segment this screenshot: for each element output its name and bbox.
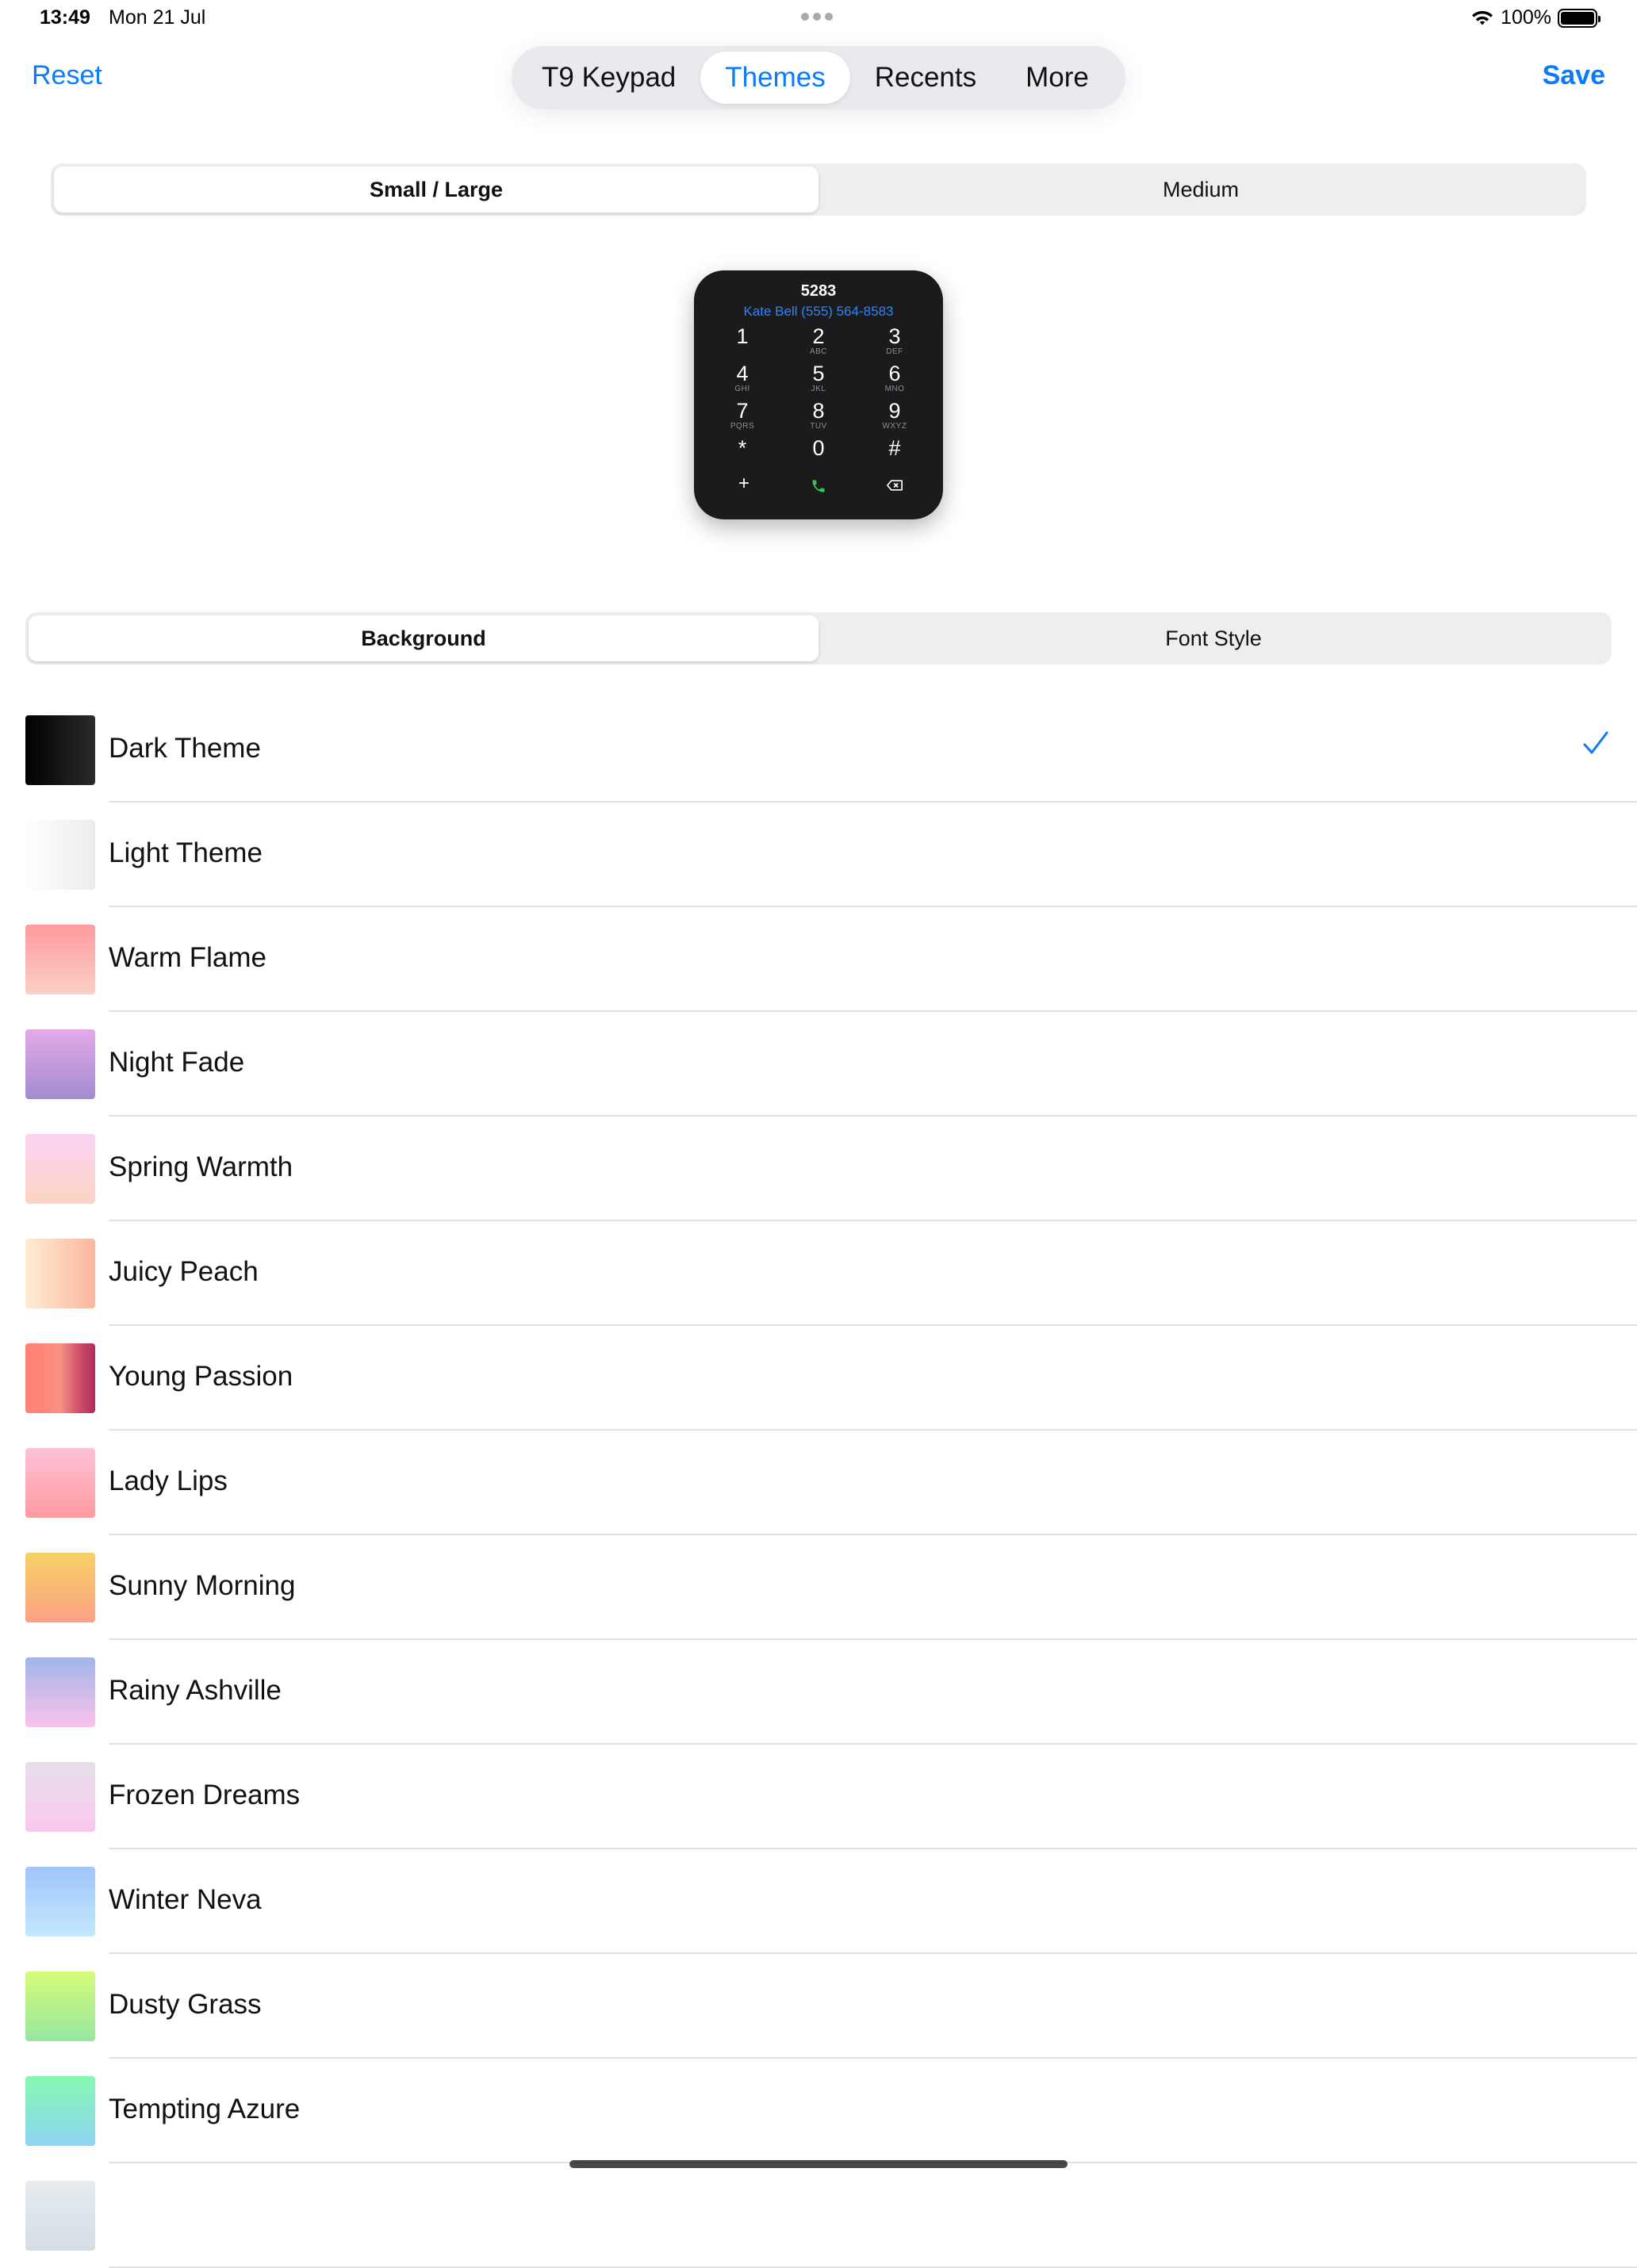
theme-name: Frozen Dreams: [109, 1780, 301, 1810]
theme-swatch: [25, 2076, 95, 2146]
theme-name: Juicy Peach: [109, 1256, 259, 1287]
widget-key-8: 8 TUV: [810, 399, 827, 431]
theme-row[interactable]: Juicy Peach: [0, 1221, 1637, 1326]
widget-key-9: 9 WXYZ: [882, 399, 907, 431]
status-time: 13:49: [40, 6, 90, 29]
theme-row[interactable]: Night Fade: [0, 1012, 1637, 1117]
widget-key-3: 3 DEF: [886, 324, 903, 356]
theme-name: Rainy Ashville: [109, 1675, 282, 1706]
widget-key-6: 6 MNO: [884, 362, 905, 393]
theme-row[interactable]: Winter Neva: [0, 1849, 1637, 1954]
theme-row[interactable]: [0, 2163, 1637, 2268]
battery-percentage: 100%: [1501, 6, 1551, 29]
tab-recents[interactable]: Recents: [850, 52, 1001, 104]
appearance-segment: Background Font Style: [25, 612, 1612, 665]
segment-background[interactable]: Background: [29, 615, 818, 661]
widget-key-7: 7 PQRS: [730, 399, 755, 431]
checkmark-icon: [1583, 731, 1608, 754]
segment-small-large[interactable]: Small / Large: [54, 167, 818, 213]
theme-swatch: [25, 925, 95, 994]
theme-row[interactable]: Warm Flame: [0, 907, 1637, 1012]
theme-name: Spring Warmth: [109, 1151, 293, 1182]
theme-row[interactable]: Lady Lips: [0, 1431, 1637, 1535]
theme-swatch: [25, 1134, 95, 1204]
segment-medium[interactable]: Medium: [818, 167, 1583, 213]
theme-name: Tempting Azure: [109, 2094, 301, 2124]
widget-add-icon: +: [738, 473, 750, 494]
theme-row[interactable]: Sunny Morning: [0, 1535, 1637, 1640]
theme-name: Dark Theme: [109, 733, 261, 764]
theme-name: Winter Neva: [109, 1884, 262, 1915]
theme-swatch: [25, 1867, 95, 1937]
theme-swatch: [25, 2181, 95, 2251]
top-tab-bar: T9 Keypad Themes Recents More: [512, 46, 1125, 109]
theme-row[interactable]: Spring Warmth: [0, 1117, 1637, 1221]
theme-row[interactable]: Tempting Azure: [0, 2059, 1637, 2163]
theme-row[interactable]: Rainy Ashville: [0, 1640, 1637, 1745]
widget-key-star: *: [738, 436, 747, 460]
theme-row[interactable]: Dark Theme: [0, 698, 1637, 803]
home-indicator: [569, 2160, 1068, 2168]
theme-row[interactable]: Light Theme: [0, 803, 1637, 907]
tab-themes[interactable]: Themes: [700, 52, 850, 104]
wifi-icon: [1472, 10, 1493, 25]
status-date: Mon 21 Jul: [109, 6, 206, 29]
widget-dialed-number: 5283: [800, 282, 837, 300]
widget-key-5: 5 JKL: [811, 362, 826, 393]
theme-row[interactable]: Young Passion: [0, 1326, 1637, 1431]
widget-size-segment: Small / Large Medium: [51, 163, 1586, 216]
segment-font-style[interactable]: Font Style: [818, 615, 1608, 661]
widget-key-2: 2 ABC: [809, 324, 828, 356]
widget-key-0: 0: [812, 436, 825, 460]
theme-swatch: [25, 820, 95, 890]
theme-swatch: [25, 1657, 95, 1727]
theme-swatch: [25, 1448, 95, 1518]
widget-contact-match: Kate Bell (555) 564-8583: [743, 304, 894, 319]
theme-name: Lady Lips: [109, 1465, 228, 1496]
theme-swatch: [25, 1239, 95, 1308]
theme-name: Sunny Morning: [109, 1570, 296, 1601]
widget-key-1: 1: [736, 324, 749, 348]
theme-name: Dusty Grass: [109, 1989, 262, 2020]
reset-button[interactable]: Reset: [32, 60, 102, 91]
tab-t9-keypad[interactable]: T9 Keypad: [517, 52, 700, 104]
battery-icon: [1558, 8, 1601, 28]
widget-key-4: 4 GHI: [734, 362, 750, 393]
theme-name: Young Passion: [109, 1361, 293, 1392]
theme-name: Light Theme: [109, 837, 263, 868]
widget-preview: 5283 Kate Bell (555) 564-8583 1 2 ABC 3 DE…: [694, 270, 943, 519]
theme-list: Dark Theme Light Theme Warm Flame Night Fad…: [0, 698, 1637, 2268]
theme-swatch: [25, 1553, 95, 1622]
theme-name: Night Fade: [109, 1047, 245, 1078]
theme-swatch: [25, 1343, 95, 1413]
status-right: 100%: [1470, 6, 1601, 29]
tab-more[interactable]: More: [1001, 52, 1114, 104]
theme-row[interactable]: Frozen Dreams: [0, 1745, 1637, 1849]
theme-name: Warm Flame: [109, 942, 266, 973]
save-button[interactable]: Save: [1543, 60, 1605, 91]
phone-icon: [812, 480, 825, 492]
theme-swatch: [25, 1029, 95, 1099]
theme-row[interactable]: Dusty Grass: [0, 1954, 1637, 2059]
multitasking-dots-icon[interactable]: [801, 13, 833, 21]
widget-key-hash: #: [888, 436, 901, 460]
backspace-icon: [887, 480, 903, 491]
theme-swatch: [25, 715, 95, 785]
theme-swatch: [25, 1762, 95, 1832]
theme-swatch: [25, 1971, 95, 2041]
